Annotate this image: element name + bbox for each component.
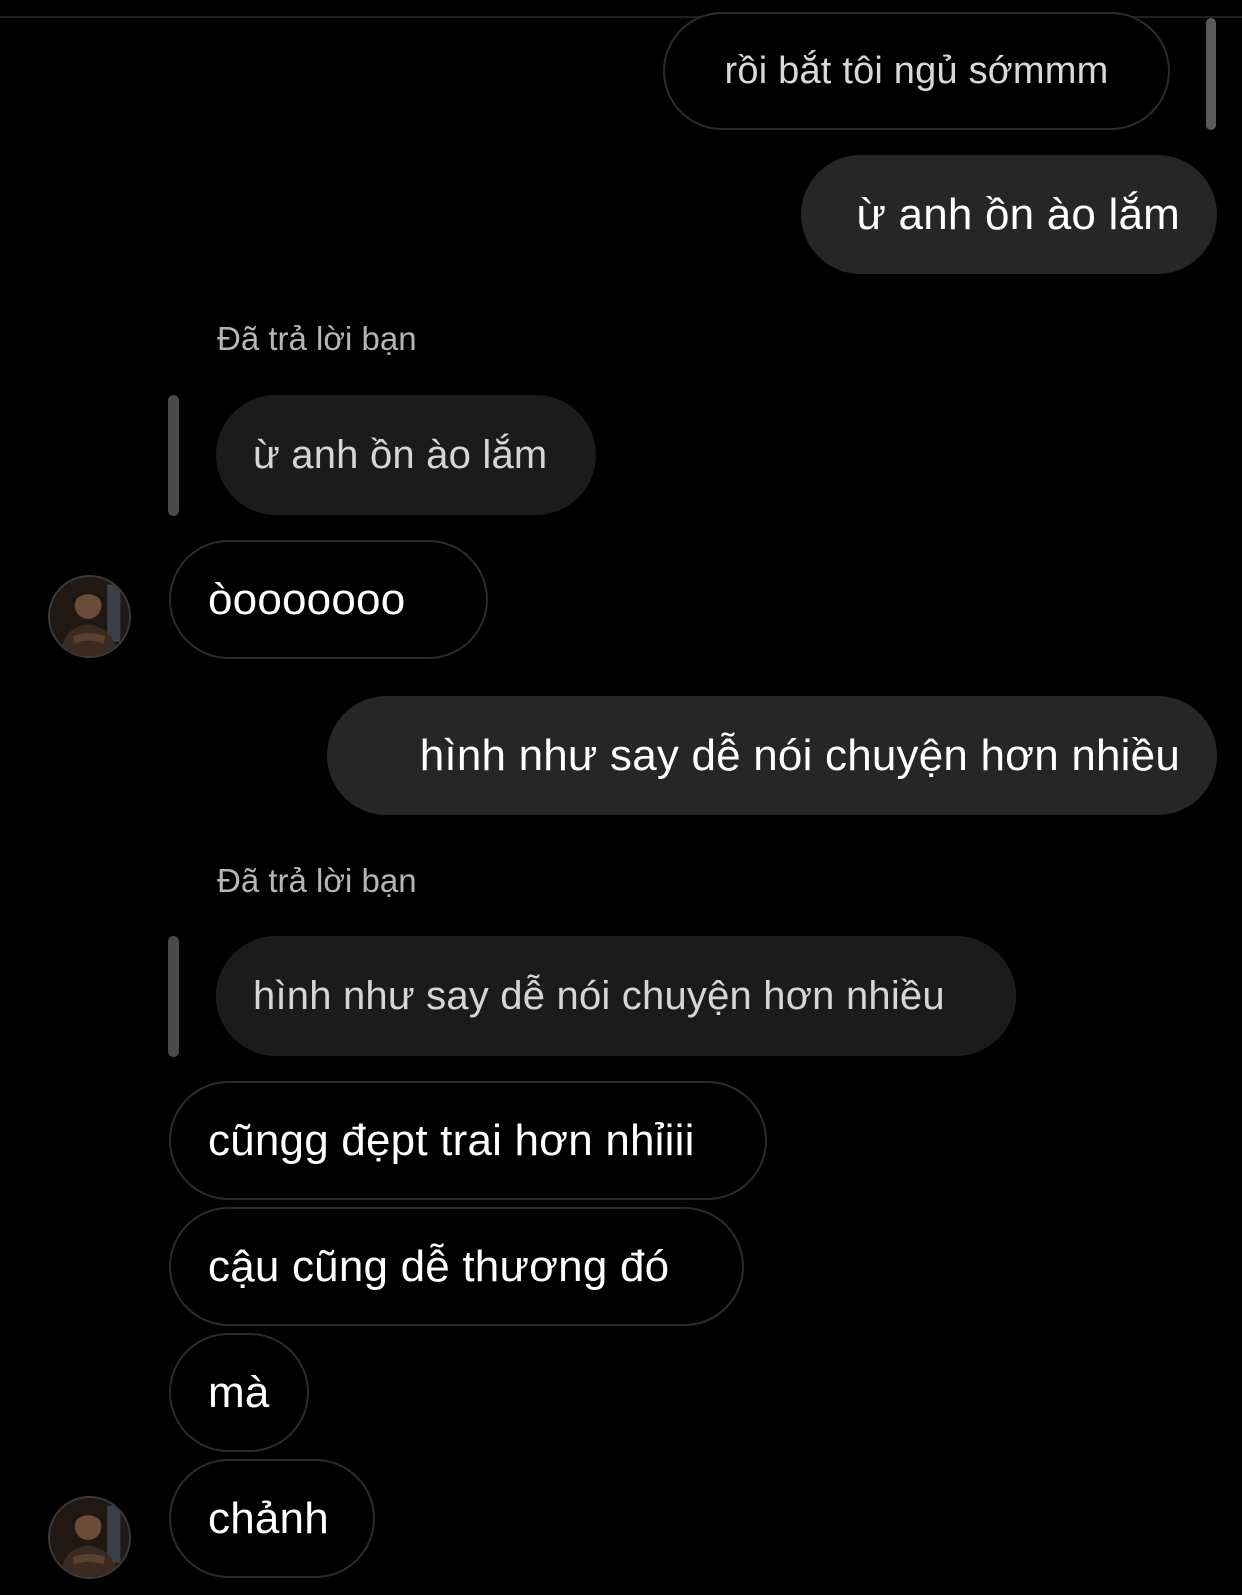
quoted-message-text: hình như say dễ nói chuyện hơn nhiều [253,973,945,1018]
message-text: rồi bắt tôi ngủ sớmmm [724,49,1109,92]
replied-to-you-label: Đã trả lời bạn [217,862,417,899]
scrollbar[interactable] [1206,18,1216,130]
message-text: cậu cũng dễ thương đó [208,1241,670,1291]
message-text: òooooooo [208,574,406,624]
quote-bar [168,395,179,516]
message-text: ừ anh ồn ào lắm [856,189,1180,239]
received-message-bubble[interactable]: cũngg đẹpt trai hơn nhỉiii [169,1081,767,1200]
avatar-photo-icon [50,1498,129,1577]
received-message-bubble[interactable]: òooooooo [169,540,488,659]
sent-message-bubble[interactable]: ừ anh ồn ào lắm [801,155,1217,274]
quoted-message-bubble[interactable]: ừ anh ồn ào lắm [216,395,596,515]
message-text: chảnh [208,1493,329,1543]
quoted-message-bubble[interactable]: hình như say dễ nói chuyện hơn nhiều [216,936,1016,1056]
replied-to-you-label: Đã trả lời bạn [217,320,417,357]
message-text: mà [208,1367,270,1417]
message-bubble[interactable]: rồi bắt tôi ngủ sớmmm [663,12,1170,130]
avatar-photo-icon [50,577,129,656]
contact-avatar[interactable] [48,575,131,658]
quoted-message-text: ừ anh ồn ào lắm [253,432,548,477]
sent-message-bubble[interactable]: hình như say dễ nói chuyện hơn nhiều [327,696,1217,815]
message-text: hình như say dễ nói chuyện hơn nhiều [419,730,1180,780]
message-text: cũngg đẹpt trai hơn nhỉiii [208,1115,695,1165]
quote-bar [168,936,179,1057]
received-message-bubble[interactable]: mà [169,1333,309,1452]
received-message-bubble[interactable]: cậu cũng dễ thương đó [169,1207,744,1326]
received-message-bubble[interactable]: chảnh [169,1459,375,1578]
contact-avatar[interactable] [48,1496,131,1579]
